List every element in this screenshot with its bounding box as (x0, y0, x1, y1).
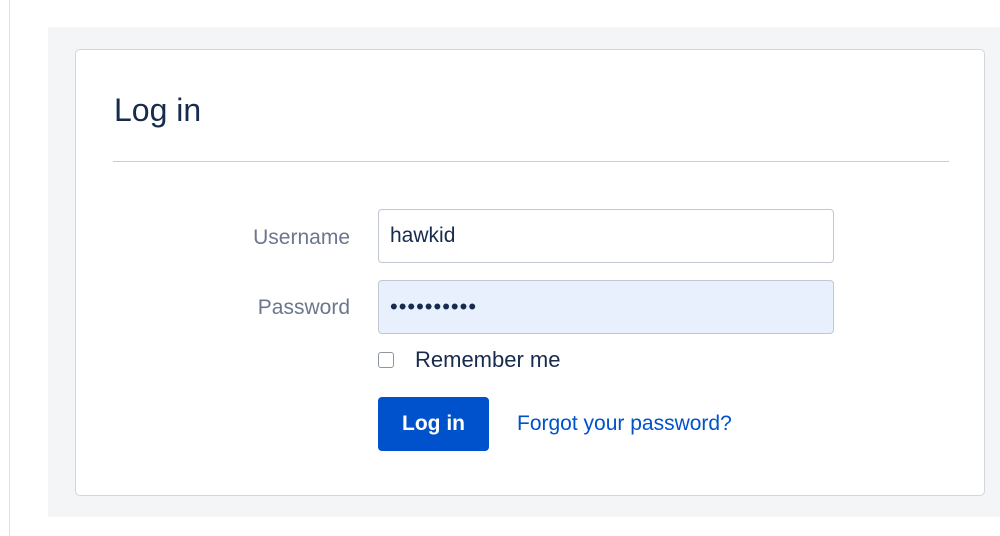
login-card: Log in Username Password Remember me Log… (75, 49, 985, 496)
password-input[interactable] (378, 280, 834, 334)
remember-me-checkbox[interactable] (378, 352, 394, 368)
username-input[interactable] (378, 209, 834, 263)
title-divider (113, 161, 949, 162)
forgot-password-link[interactable]: Forgot your password? (517, 413, 732, 434)
login-button[interactable]: Log in (378, 397, 489, 451)
remember-me-label[interactable]: Remember me (415, 349, 560, 371)
sidebar-divider (9, 0, 10, 536)
remember-me-row[interactable]: Remember me (378, 347, 560, 373)
username-label: Username (253, 226, 350, 249)
password-label: Password (257, 296, 350, 319)
login-page: Log in Username Password Remember me Log… (0, 0, 1000, 536)
page-title: Log in (114, 92, 202, 128)
